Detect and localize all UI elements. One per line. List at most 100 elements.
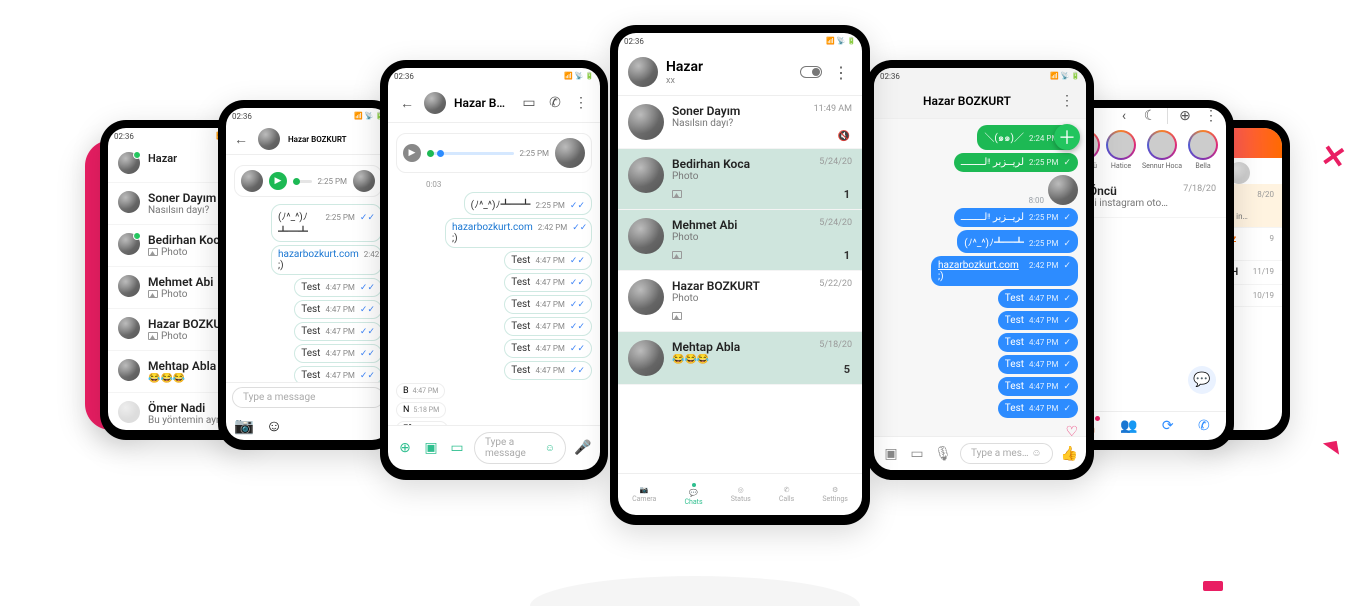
- avatar[interactable]: [628, 218, 664, 254]
- compose-bar: Type a message: [226, 382, 390, 412]
- chat-bubble[interactable]: Test4:47 PM✓: [998, 333, 1078, 352]
- chat-bubble[interactable]: Test4:47 PM✓: [998, 377, 1078, 396]
- play-icon[interactable]: ▶: [403, 144, 421, 162]
- camera-icon[interactable]: ▣: [422, 439, 440, 457]
- chat-title: Hazar BOZKURT: [454, 96, 512, 110]
- compose-input[interactable]: Type a message: [232, 387, 384, 408]
- chat-body[interactable]: ＼(๑๑)／2:24 PM✓ لــــــــᵎᵎ لریــزبر2:25 …: [874, 119, 1086, 436]
- new-chat-fab[interactable]: ＋: [1054, 124, 1080, 150]
- chat-bubble[interactable]: Test4:47 PM✓: [998, 399, 1078, 418]
- chat-bubble[interactable]: Test4:47 PM✓✓: [294, 344, 382, 363]
- chat-bubble-in[interactable]: B4:47 PM: [396, 383, 445, 399]
- list-item[interactable]: Mehtap Abla😂😂😂 5/18/20 5: [618, 332, 862, 385]
- theme-toggle[interactable]: [800, 66, 822, 78]
- chat-bubble[interactable]: Test4:47 PM✓✓: [294, 278, 382, 297]
- video-icon[interactable]: ▭: [520, 94, 538, 112]
- list-item[interactable]: Soner DayımNasılsın dayı? 11:49 AM 🔇: [618, 96, 862, 149]
- story-item[interactable]: Hatice: [1106, 130, 1136, 170]
- chat-bubble[interactable]: Test4:47 PM✓✓: [504, 339, 592, 358]
- list-item[interactable]: Bedirhan KocaPhoto 5/24/20 1: [618, 149, 862, 210]
- compose-input[interactable]: Type a message ☺: [474, 432, 566, 464]
- chat-bubble[interactable]: hazarbozkurt.com ;)2:42 PM✓✓: [271, 245, 382, 275]
- photo-icon: [148, 332, 158, 340]
- more-icon[interactable]: ⋮: [572, 94, 590, 112]
- story-item[interactable]: Sennur Hoca: [1142, 130, 1182, 170]
- chat-bubble[interactable]: Test4:47 PM✓✓: [294, 322, 382, 341]
- avatar[interactable]: [258, 128, 280, 150]
- chat-body[interactable]: ▶ 2:25 PM (ﾉ^_^)ﾉ┻━┻2:25 PM✓✓ hazarbozku…: [226, 155, 390, 382]
- chat-bubble[interactable]: Test4:47 PM✓✓: [504, 273, 592, 292]
- chat-bubble[interactable]: Test4:47 PM✓: [998, 289, 1078, 308]
- chat-header: ← Hazar BOZKURT ▭ ✆ ⋮: [388, 84, 600, 123]
- chat-bubble[interactable]: hazarbozkurt.com ;)2:42 PM✓: [931, 256, 1078, 286]
- my-avatar[interactable]: [628, 57, 658, 87]
- chat-bubble[interactable]: Test4:47 PM✓: [998, 355, 1078, 374]
- phone-chat-green: 02:36📶 📡 🔋 Hazar BOZKURT ⋮ ＼(๑๑)／2:24 PM…: [866, 60, 1094, 480]
- voice-message[interactable]: ▶ 2:25 PM: [234, 165, 382, 197]
- chat-bubble[interactable]: (ﾉ^_^)ﾉ┻━┻2:25 PM✓✓: [464, 192, 592, 215]
- chat-list[interactable]: Soner DayımNasılsın dayı? 11:49 AM 🔇 Bed…: [618, 96, 862, 473]
- avatar[interactable]: [628, 279, 664, 315]
- status-bar: 02:36📶 📡 🔋: [874, 68, 1086, 84]
- more-icon[interactable]: ⋮: [1202, 108, 1220, 125]
- gallery-icon[interactable]: ▭: [448, 439, 466, 457]
- emoji-icon[interactable]: ☺: [1031, 448, 1041, 459]
- compose-input[interactable]: Type a mes… ☺: [960, 443, 1053, 464]
- mic-icon[interactable]: 🎤: [574, 439, 592, 457]
- chat-bubble[interactable]: لــــــــᵎᵎ لریــزبر2:25 PM✓: [954, 153, 1078, 172]
- camera-icon[interactable]: ▣: [882, 445, 900, 463]
- list-item[interactable]: Mehmet AbiPhoto 5/24/20 1: [618, 210, 862, 271]
- chat-bubble[interactable]: Test4:47 PM✓✓: [294, 300, 382, 319]
- chat-bubble[interactable]: (ﾉ^_^)ﾉ┻━┻2:25 PM✓: [957, 230, 1078, 253]
- chat-bubble[interactable]: Test4:47 PM✓✓: [504, 317, 592, 336]
- heart-icon[interactable]: ♡: [1065, 424, 1078, 436]
- emoji-icon[interactable]: ☺: [545, 443, 555, 454]
- avatar[interactable]: [424, 92, 446, 114]
- chat-header: ← Hazar BOZKURT: [226, 124, 390, 155]
- app-title: Hazar: [666, 59, 792, 75]
- thumb-icon[interactable]: 👍: [1061, 446, 1078, 462]
- camera-icon[interactable]: 📷: [234, 416, 254, 436]
- chat-fab[interactable]: 💬: [1188, 366, 1216, 394]
- mic-icon[interactable]: 🎙: [934, 445, 952, 463]
- avatar[interactable]: [628, 104, 664, 140]
- photo-icon: [672, 312, 682, 320]
- list-item[interactable]: Hazar BOZKURTPhoto 5/22/20: [618, 271, 862, 332]
- tab-settings[interactable]: ⚙Settings: [822, 486, 848, 503]
- tab-chats[interactable]: 💬Chats: [684, 483, 702, 506]
- voice-message[interactable]: ▶ 2:25 PM: [396, 133, 592, 173]
- avatar[interactable]: [628, 157, 664, 193]
- chat-bubble[interactable]: لــــــــᵎᵎ لریــزبر2:25 PM✓: [954, 208, 1078, 227]
- chat-bubble[interactable]: Test4:47 PM✓✓: [504, 251, 592, 270]
- back-icon[interactable]: ‹: [1115, 108, 1133, 125]
- phone-icon[interactable]: ✆: [546, 94, 564, 112]
- back-icon[interactable]: ←: [232, 130, 250, 148]
- tab-status[interactable]: ◎Status: [731, 486, 751, 503]
- more-icon[interactable]: ⋮: [1058, 92, 1076, 110]
- moon-icon[interactable]: ☾: [1141, 108, 1159, 125]
- status-bar: 02:36📶 📡 🔋: [618, 33, 862, 49]
- tab-camera[interactable]: 📷Camera: [632, 486, 656, 503]
- zoom-icon[interactable]: ⊕: [1176, 108, 1194, 125]
- refresh-icon[interactable]: ⟳: [1162, 418, 1174, 434]
- chat-header: Hazar BOZKURT ⋮: [874, 84, 1086, 119]
- play-icon[interactable]: ▶: [269, 172, 287, 190]
- back-icon[interactable]: ←: [398, 94, 416, 112]
- add-icon[interactable]: ⊕: [396, 439, 414, 457]
- chat-bubble[interactable]: Test4:47 PM✓✓: [504, 295, 592, 314]
- people-icon[interactable]: 👥: [1120, 418, 1137, 434]
- chat-bubble[interactable]: (ﾉ^_^)ﾉ┻━┻2:25 PM✓✓: [271, 204, 382, 242]
- story-item[interactable]: Bella: [1188, 130, 1218, 170]
- chat-bubble[interactable]: Test4:47 PM✓✓: [294, 366, 382, 382]
- chat-bubble[interactable]: hazarbozkurt.com ;)2:42 PM✓✓: [445, 218, 592, 248]
- emoji-icon[interactable]: ☺: [266, 416, 282, 436]
- chat-bubble[interactable]: Test4:47 PM✓✓: [504, 361, 592, 380]
- chat-bubble-in[interactable]: N5:18 PM: [396, 402, 446, 418]
- phone-icon[interactable]: ✆: [1198, 418, 1210, 434]
- chat-body[interactable]: ▶ 2:25 PM 0:03 (ﾉ^_^)ﾉ┻━┻2:25 PM✓✓ hazar…: [388, 123, 600, 425]
- tab-calls[interactable]: ✆Calls: [779, 486, 794, 503]
- chat-bubble[interactable]: Test4:47 PM✓: [998, 311, 1078, 330]
- avatar[interactable]: [628, 340, 664, 376]
- more-icon[interactable]: ⋮: [830, 61, 852, 83]
- gallery-icon[interactable]: ▭: [908, 445, 926, 463]
